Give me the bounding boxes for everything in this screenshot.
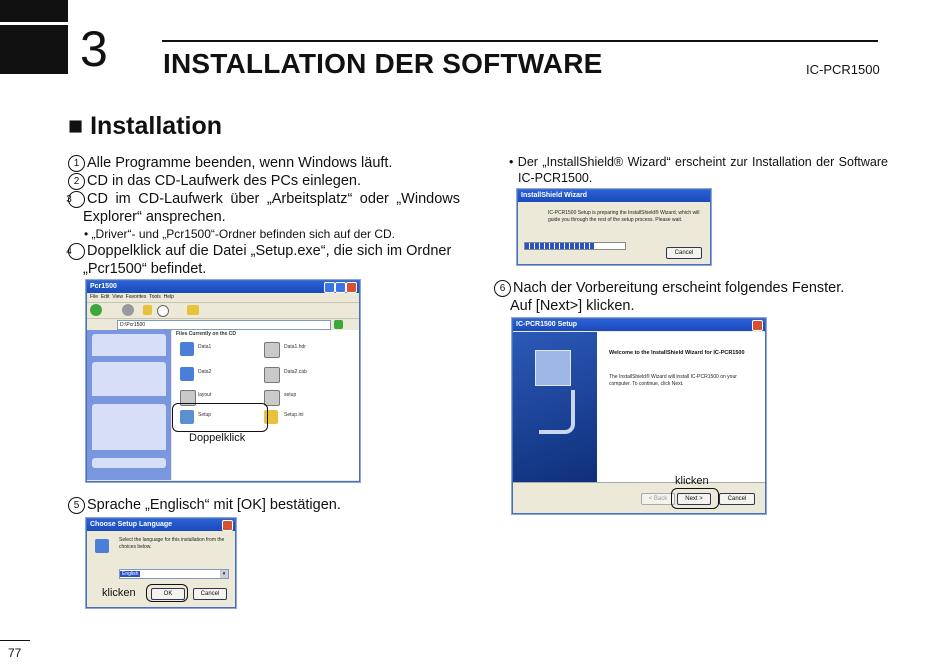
step-3: 3 CD im CD-Laufwerk über „Arbeitsplatz“ o…: [66, 190, 460, 226]
language-title: Choose Setup Language: [90, 521, 173, 528]
preparing-title: InstallShield Wizard: [521, 192, 588, 199]
language-titlebar: Choose Setup Language: [87, 519, 235, 531]
klicken-label-ok: klicken: [102, 587, 136, 599]
setup-icon: [95, 539, 109, 553]
step-3-note: • „Driver“- und „Pcr1500“-Ordner befinde…: [84, 227, 395, 241]
welcome-body: The InstallShield® Wizard will install I…: [609, 374, 737, 387]
file-icon: [264, 367, 280, 383]
step-1: 1 Alle Programme beenden, wenn Windows lä…: [68, 154, 460, 172]
search-icon: [157, 305, 169, 317]
address-field: D:\Pcr1500: [117, 320, 331, 330]
file-name: Data1.hdr: [284, 344, 306, 350]
footer-rule: [0, 640, 30, 641]
close-icon: [346, 282, 357, 293]
back-icon: [90, 304, 102, 316]
install-arrow-icon: [539, 390, 575, 434]
chevron-down-icon: ▾: [220, 570, 228, 578]
close-icon: [752, 320, 763, 331]
header-rule: [162, 40, 878, 42]
step-3-number: 3: [66, 191, 85, 208]
preparing-dialog-screenshot: InstallShield Wizard IC-PCR1500 Setup is…: [517, 189, 711, 265]
explorer-titlebar: Pcr1500: [87, 281, 359, 293]
file-name: Setup.ini: [284, 412, 304, 418]
file-icon: [180, 367, 194, 381]
next-callout: [671, 488, 719, 509]
file-icon: [264, 390, 280, 406]
step-4-text: Doppelklick auf die Datei „Setup.exe“, d…: [83, 243, 452, 277]
up-folder-icon: [143, 305, 152, 315]
section-title: ■ Installation: [68, 112, 222, 141]
step-1-text: Alle Programme beenden, wenn Windows läu…: [87, 155, 393, 171]
explorer-menubar: File Edit View Favorites Tools Help: [87, 293, 359, 303]
wizard-divider: [513, 482, 765, 483]
step-3-text: CD im CD-Laufwerk über „Arbeitsplatz“ od…: [83, 191, 460, 225]
step-1-number: 1: [68, 155, 85, 172]
language-selected-value: English: [120, 571, 141, 577]
explorer-screenshot: Pcr1500 File Edit View Favorites Tools H…: [86, 280, 360, 482]
section-title-text: Installation: [90, 112, 223, 140]
step-2-text: CD in das CD-Laufwerk des PCs einlegen.: [87, 173, 362, 189]
file-icon: [180, 342, 194, 356]
chapter-tab: [0, 0, 68, 74]
language-select: English ▾: [119, 569, 229, 579]
ok-callout: [146, 584, 188, 602]
step-2-number: 2: [68, 173, 85, 190]
installer-box-icon: [535, 350, 571, 386]
step-5: 5 Sprache „Englisch“ mit [OK] bestätigen.: [68, 496, 460, 514]
step-5-text: Sprache „Englisch“ mit [OK] bestätigen.: [87, 497, 341, 513]
step-6-line1: Nach der Vorbereitung erscheint folgende…: [513, 280, 845, 296]
step-6: 6 Nach der Vorbereitung erscheint folgend…: [494, 279, 884, 297]
folders-icon: [187, 305, 199, 315]
progress-fill: [525, 243, 595, 249]
wizard-cancel-button: Cancel: [719, 493, 755, 505]
back-button: < Back: [641, 493, 675, 505]
doppelklick-label: Doppelklick: [189, 432, 246, 444]
step-5-number: 5: [68, 497, 85, 514]
page-title: INSTALLATION DER SOFTWARE: [163, 48, 603, 79]
welcome-titlebar: IC-PCR1500 Setup: [513, 319, 765, 331]
cancel-button: Cancel: [193, 588, 227, 600]
model-label: IC-PCR1500: [806, 62, 880, 77]
file-name: setup: [284, 392, 297, 398]
content-header: Files Currently on the CD: [176, 331, 237, 337]
file-name: Data2: [198, 369, 212, 375]
file-name: layout: [198, 392, 212, 398]
close-icon: [222, 520, 233, 531]
chapter-tab-stripe: [0, 22, 68, 25]
page-number: 77: [8, 646, 22, 660]
chapter-number: 3: [80, 21, 108, 77]
step-6-number: 6: [494, 280, 511, 297]
klicken-label-next: klicken: [675, 475, 709, 487]
welcome-wizard-screenshot: IC-PCR1500 Setup Welcome to the InstallS…: [512, 318, 766, 514]
file-icon: [264, 342, 280, 358]
progress-bar: [524, 242, 626, 250]
setup-callout: [172, 403, 268, 432]
language-message: Select the language for this installatio…: [119, 537, 225, 550]
preparing-cancel-button: Cancel: [666, 247, 702, 259]
step-4: 4 Doppelklick auf die Datei „Setup.exe“, …: [66, 242, 460, 278]
explorer-toolbar: [87, 303, 359, 319]
go-icon: [334, 320, 343, 329]
preparing-titlebar: InstallShield Wizard: [518, 190, 710, 202]
explorer-title: Pcr1500: [90, 283, 117, 290]
file-name: Data1: [198, 344, 212, 350]
section-marker: ■: [68, 112, 84, 140]
step-6-line2: Auf [Next>] klicken.: [510, 298, 635, 314]
welcome-title: IC-PCR1500 Setup: [516, 321, 578, 328]
installshield-note: • Der „InstallShield® Wizard“ erscheint …: [509, 155, 888, 185]
step-4-number: 4: [66, 243, 85, 260]
file-name: Data2.cab: [284, 369, 307, 375]
step-2: 2 CD in das CD-Laufwerk des PCs einlegen.: [68, 172, 460, 190]
explorer-task-pane: [87, 330, 171, 480]
preparing-message: IC-PCR1500 Setup is preparing the Instal…: [548, 210, 700, 223]
minimize-icon: [324, 282, 335, 293]
maximize-icon: [335, 282, 346, 293]
wizard-content: Welcome to the InstallShield Wizard for …: [597, 332, 765, 482]
wizard-side-panel: [513, 332, 597, 482]
forward-icon: [122, 304, 134, 316]
welcome-heading: Welcome to the InstallShield Wizard for …: [609, 350, 745, 356]
